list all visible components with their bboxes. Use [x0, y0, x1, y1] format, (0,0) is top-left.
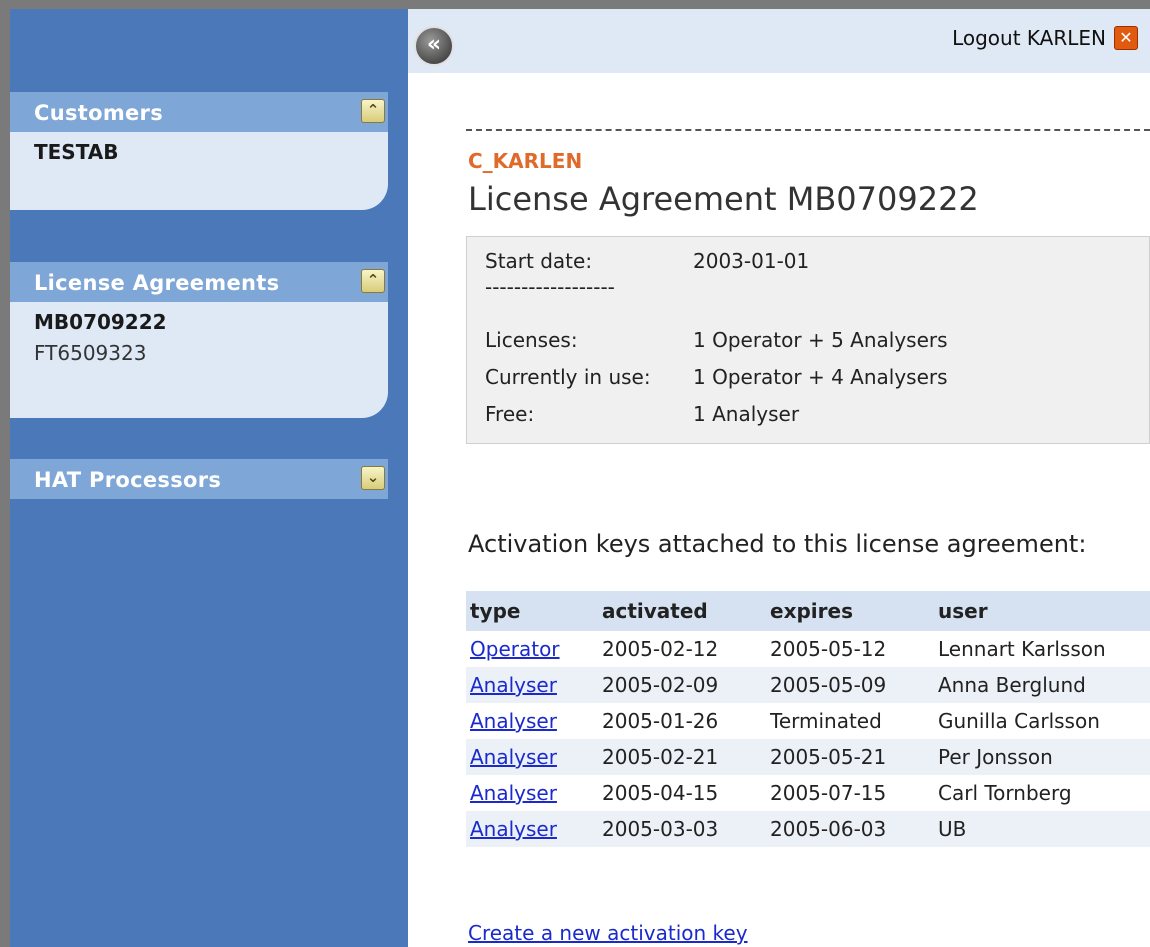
user-cell: UB [934, 811, 1150, 847]
double-chevron-up-icon[interactable]: ⌃ [361, 99, 385, 123]
customers-panel-body: TESTAB [10, 132, 388, 210]
in-use-row: Currently in use: 1 Operator + 4 Analyser… [485, 365, 948, 389]
user-cell: Gunilla Carlsson [938, 709, 1100, 733]
sidebar: Customers ⌃ TESTAB License Agreements ⌃ … [10, 9, 408, 947]
activated-cell: 2005-02-12 [602, 637, 719, 661]
start-date-row: Start date: 2003-01-01 [485, 249, 809, 273]
expires-cell: 2005-05-12 [770, 637, 887, 661]
license-info-box: Start date: 2003-01-01 ------------------… [466, 236, 1150, 444]
logout-button[interactable]: Logout KARLEN ✕ [952, 26, 1138, 50]
hat-processors-panel-header[interactable]: HAT Processors ⌄ [10, 459, 388, 499]
license-agreements-panel-body: MB0709222 FT6509323 [10, 302, 388, 418]
column-header-user: user [934, 591, 1150, 631]
page-title: License Agreement MB0709222 [468, 180, 979, 218]
create-activation-key-link[interactable]: Create a new activation key [468, 921, 748, 945]
activation-keys-table: type activated expires user Operator 200… [466, 591, 1150, 847]
expires-cell: 2005-05-21 [766, 739, 934, 775]
user-cell: Carl Tornberg [938, 781, 1072, 805]
license-item-ft6509323[interactable]: FT6509323 [34, 338, 388, 368]
table-row: Operator 2005-02-12 2005-05-12 Lennart K… [466, 631, 1150, 667]
activated-cell: 2005-01-26 [602, 709, 719, 733]
logout-label: Logout KARLEN [952, 26, 1106, 50]
user-cell: Per Jonsson [934, 739, 1150, 775]
window-frame-top [0, 0, 1150, 9]
key-type-link[interactable]: Operator [470, 637, 560, 661]
column-header-type: type [466, 591, 598, 631]
table-row: Analyser 2005-02-09 2005-05-09 Anna Berg… [466, 667, 1150, 703]
type-cell: Analyser [466, 811, 598, 847]
user-cell: Anna Berglund [934, 667, 1150, 703]
license-agreements-panel-header[interactable]: License Agreements ⌃ [10, 262, 388, 302]
window-frame-left [0, 0, 10, 947]
free-label: Free: [485, 402, 535, 426]
key-type-link[interactable]: Analyser [470, 673, 557, 697]
hat-processors-panel-title: HAT Processors [34, 468, 222, 492]
info-separator: ------------------ [485, 275, 615, 299]
activated-cell: 2005-04-15 [602, 781, 719, 805]
table-row: Analyser 2005-03-03 2005-06-03 UB [466, 811, 1150, 847]
customers-panel-title: Customers [34, 101, 164, 125]
table-row: Analyser 2005-01-26 Terminated Gunilla C… [466, 703, 1150, 739]
double-chevron-left-icon[interactable]: « [414, 26, 454, 66]
close-icon[interactable]: ✕ [1114, 26, 1138, 50]
activated-cell: 2005-03-03 [598, 811, 766, 847]
double-chevron-down-icon[interactable]: ⌄ [361, 466, 385, 490]
table-row: Analyser 2005-02-21 2005-05-21 Per Jonss… [466, 739, 1150, 775]
activated-cell: 2005-02-09 [598, 667, 766, 703]
license-item-mb0709222[interactable]: MB0709222 [34, 306, 388, 338]
expires-cell: Terminated [770, 709, 882, 733]
double-chevron-up-icon[interactable]: ⌃ [361, 269, 385, 293]
start-date-value: 2003-01-01 [693, 249, 810, 273]
table-header-row: type activated expires user [466, 591, 1150, 631]
customer-item-testab[interactable]: TESTAB [34, 136, 388, 168]
dashed-divider [466, 129, 1150, 131]
licenses-row: Licenses: 1 Operator + 5 Analysers [485, 328, 948, 352]
start-date-label: Start date: [485, 249, 593, 273]
key-type-link[interactable]: Analyser [470, 817, 557, 841]
expires-cell: 2005-07-15 [770, 781, 887, 805]
column-header-activated: activated [598, 591, 766, 631]
customers-panel-header[interactable]: Customers ⌃ [10, 92, 388, 132]
column-header-expires: expires [766, 591, 934, 631]
free-row: Free: 1 Analyser [485, 402, 799, 426]
expires-cell: 2005-06-03 [766, 811, 934, 847]
type-cell: Operator [466, 631, 598, 667]
table-row: Analyser 2005-04-15 2005-07-15 Carl Torn… [466, 775, 1150, 811]
type-cell: Analyser [466, 775, 598, 811]
in-use-value: 1 Operator + 4 Analysers [693, 365, 948, 389]
customers-panel: Customers ⌃ TESTAB [10, 92, 388, 210]
activated-cell: 2005-02-21 [598, 739, 766, 775]
key-type-link[interactable]: Analyser [470, 709, 557, 733]
key-type-link[interactable]: Analyser [470, 745, 557, 769]
user-code: C_KARLEN [468, 149, 583, 173]
expires-cell: 2005-05-09 [766, 667, 934, 703]
type-cell: Analyser [466, 739, 598, 775]
type-cell: Analyser [466, 703, 598, 739]
in-use-label: Currently in use: [485, 365, 651, 389]
licenses-value: 1 Operator + 5 Analysers [693, 328, 948, 352]
free-value: 1 Analyser [693, 402, 800, 426]
type-cell: Analyser [466, 667, 598, 703]
key-type-link[interactable]: Analyser [470, 781, 557, 805]
license-agreements-panel-title: License Agreements [34, 271, 280, 295]
license-agreements-panel: License Agreements ⌃ MB0709222 FT6509323 [10, 262, 388, 418]
hat-processors-panel: HAT Processors ⌄ [10, 459, 388, 499]
licenses-label: Licenses: [485, 328, 578, 352]
user-cell: Lennart Karlsson [938, 637, 1106, 661]
activation-keys-heading: Activation keys attached to this license… [468, 530, 1087, 558]
